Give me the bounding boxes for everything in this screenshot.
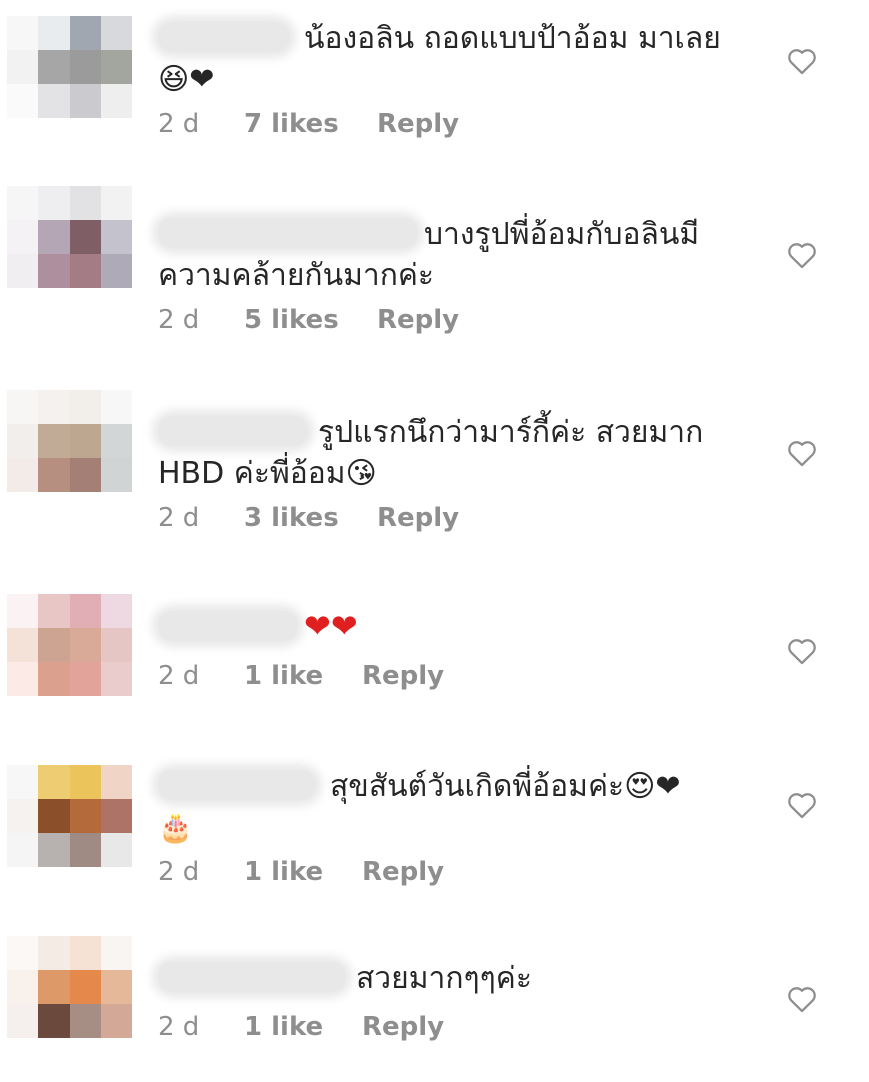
username-redacted[interactable] [158,770,316,800]
comment-text: สุขสันต์วันเกิดพี่อ้อมค่ะ😍❤ [158,766,758,807]
comment-text-line2: HBD ค่ะพี่อ้อม😘 [158,456,377,491]
comment-text-line1: น้องอลิน ถอดแบบป้าอ้อม มาเลย [304,21,721,56]
comment-meta: 2 d 5 likes Reply [158,302,758,338]
username-redacted[interactable] [158,611,298,641]
username-redacted[interactable] [158,218,418,248]
reply-button[interactable]: Reply [377,500,459,536]
comment-meta: 2 d 1 like Reply [158,1009,758,1045]
avatar[interactable] [7,390,132,492]
reply-button[interactable]: Reply [362,658,444,694]
comment-text-line1: สวยมากๆๆค่ะ [356,961,532,996]
comment-meta: 2 d 7 likes Reply [158,106,758,142]
comment-text-line2: ความคล้ายกันมากค่ะ [158,258,435,293]
comment-time: 2 d [158,109,200,139]
comment-text: สวยมากๆๆค่ะ [158,958,758,999]
comment-text: บางรูปพี่อ้อมกับอลินมี [158,214,758,255]
comment-time: 2 d [158,1012,200,1042]
likes-count[interactable]: 1 like [244,854,362,890]
username-redacted[interactable] [158,416,308,446]
avatar[interactable] [7,936,132,1038]
reply-button[interactable]: Reply [362,854,444,890]
comment-text: ❤❤ [158,606,758,648]
heart-outline-icon[interactable] [785,44,819,78]
avatar[interactable] [7,594,132,696]
username-redacted[interactable] [158,962,346,992]
likes-count[interactable]: 1 like [244,658,362,694]
comment-meta: 2 d 1 like Reply [158,854,758,890]
comment-meta: 2 d 3 likes Reply [158,500,758,536]
likes-count[interactable]: 1 like [244,1009,362,1045]
heart-outline-icon[interactable] [785,982,819,1016]
likes-count[interactable]: 3 likes [244,500,377,536]
avatar[interactable] [7,16,132,118]
reply-button[interactable]: Reply [362,1009,444,1045]
heart-outline-icon[interactable] [785,788,819,822]
likes-count[interactable]: 5 likes [244,302,377,338]
comment-text-line1: รูปแรกนึกว่ามาร์กี้ค่ะ สวยมาก [318,415,704,450]
heart-outline-icon[interactable] [785,436,819,470]
username-redacted[interactable] [158,22,290,52]
comment-time: 2 d [158,661,200,691]
reply-button[interactable]: Reply [377,302,459,338]
avatar[interactable] [7,765,132,867]
comment-time: 2 d [158,503,200,533]
comment-text-line1: สุขสันต์วันเกิดพี่อ้อมค่ะ😍❤ [330,769,681,804]
likes-count[interactable]: 7 likes [244,106,377,142]
reply-button[interactable]: Reply [377,106,459,142]
heart-outline-icon[interactable] [785,238,819,272]
comment-text-line2: 🎂 [158,811,193,844]
comment-text: รูปแรกนึกว่ามาร์กี้ค่ะ สวยมาก [158,412,758,453]
avatar[interactable] [7,186,132,288]
comment-text-line1: ❤❤ [304,607,358,645]
heart-outline-icon[interactable] [785,634,819,668]
comment-time: 2 d [158,857,200,887]
comment-time: 2 d [158,305,200,335]
comment-text-line2: 😆❤ [158,62,215,97]
comment-meta: 2 d 1 like Reply [158,658,758,694]
comment-text-line1: บางรูปพี่อ้อมกับอลินมี [424,217,700,252]
comment-text: น้องอลิน ถอดแบบป้าอ้อม มาเลย [158,18,758,59]
